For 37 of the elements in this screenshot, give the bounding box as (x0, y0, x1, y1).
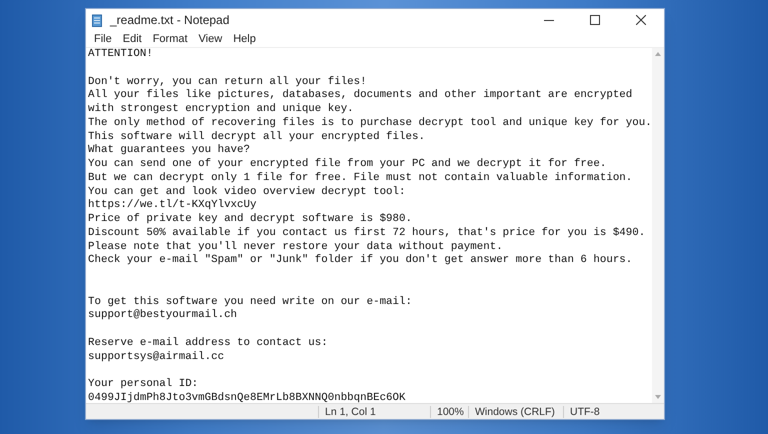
text-line: The only method of recovering files is to purchase decrypt tool and unique key for you. (88, 116, 652, 130)
text-line: 0499JIjdmPh8Jto3vmGBdsnQe8EMrLb8BXNNQ0nbbqnBEc6OK (88, 392, 406, 406)
text-line: https://we.tl/t-KXqYlvxcUy (88, 199, 256, 213)
notepad-icon (92, 14, 102, 26)
menu-item[interactable]: View (194, 32, 228, 46)
text-line: with strongest encryption and unique key. (88, 103, 354, 117)
text-line: What guarantees you have? (88, 144, 250, 158)
text-line: Discount 50% available if you contact us first 72 hours, that's price for you is $490. (88, 226, 646, 240)
status-text: Windows (CRLF) (468, 406, 563, 418)
text-line: Don't worry, you can return all your files! (88, 76, 367, 89)
text-line: But we can decrypt only 1 file for free. File must not contain valuable information. (88, 172, 632, 186)
text-line: You can get and look video overview decrypt tool: (88, 186, 406, 199)
status-text: 100% (430, 406, 468, 418)
text-line: ATTENTION! (88, 48, 153, 62)
text-line: Please note that you'll never restore your data without payment. (88, 240, 503, 254)
scroll-down-icon (655, 395, 661, 399)
status-text: UTF-8 (563, 406, 653, 418)
scroll-up-icon (655, 52, 661, 56)
text-line: Price of private key and decrypt software is $980. (88, 213, 412, 227)
scrollbar[interactable] (652, 48, 664, 403)
menu-item[interactable]: File (89, 32, 117, 46)
status-text: Ln 1, Col 1 (318, 406, 430, 418)
menu-item[interactable]: Help (228, 32, 261, 46)
maximize-icon (590, 15, 600, 25)
close-icon (636, 15, 646, 25)
menu-item[interactable]: Format (148, 32, 193, 46)
text-line: You can send one of your encrypted file from your PC and we decrypt it for free. (88, 158, 606, 172)
text-line: Reserve e-mail address to contact us: (88, 336, 328, 350)
text-line: Check your e-mail "Spam" or "Junk" folder if you don't get answer more than 6 hours. (88, 254, 632, 268)
menu-item[interactable]: Edit (118, 32, 147, 46)
text-line: Your personal ID: (88, 378, 198, 392)
text-line: To get this software you need write on our e-mail: (88, 296, 412, 309)
text-line: This software will decrypt all your encrypted files. (88, 130, 425, 144)
window-title: _readme.txt - Notepad (110, 12, 230, 29)
text-line: support@bestyourmail.ch (88, 309, 238, 323)
text-line: supportsys@airmail.cc (88, 350, 224, 364)
text-line: All your files like pictures, databases, documents and other important are encrypted (88, 89, 632, 103)
